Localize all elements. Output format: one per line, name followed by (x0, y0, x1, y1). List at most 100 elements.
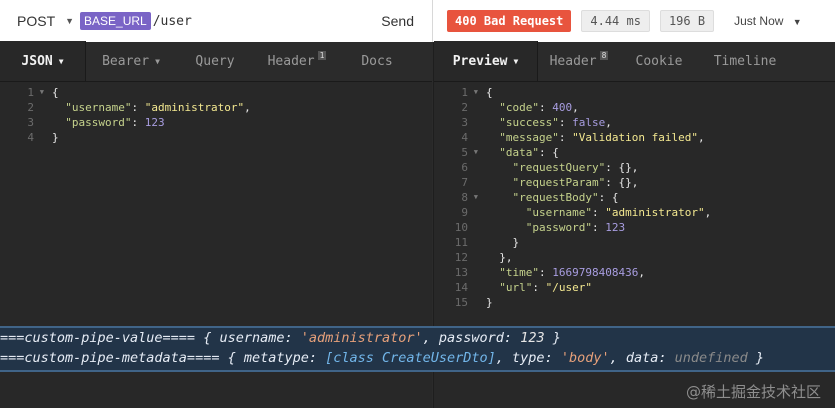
url-path-input[interactable]: /user (153, 14, 192, 29)
fold-icon[interactable]: ▼ (40, 85, 44, 100)
json-string: "administrator" (605, 206, 705, 219)
tab-label: Query (195, 53, 235, 69)
tab-response-header[interactable]: Header 8 (538, 41, 620, 81)
tab-label: Cookie (635, 53, 683, 69)
line-number: 7 (461, 176, 468, 189)
line-number: 3 (27, 116, 34, 129)
response-status-bar: 400 Bad Request 4.44 ms 196 B Just Now ▼ (433, 0, 835, 42)
tab-cookie[interactable]: Cookie (620, 41, 698, 81)
json-number: 400 (552, 101, 573, 114)
line-number: 5 ▼ (461, 146, 478, 159)
json-key: "success" (499, 116, 559, 129)
line-number: 1 ▼ (461, 86, 478, 99)
line-number: 13 (454, 266, 468, 279)
response-history-dropdown[interactable]: Just Now ▼ (734, 14, 802, 28)
json-key: "requestQuery" (512, 161, 606, 174)
code-line: 9 "username": "administrator", (434, 205, 835, 220)
timestamp-label: Just Now (734, 14, 784, 28)
line-number: 14 (454, 281, 468, 294)
code-line: 2 "code": 400, (434, 100, 835, 115)
code-line: 1 ▼ { (434, 85, 835, 100)
code-line: 13 "time": 1669798408436, (434, 265, 835, 280)
json-key: "requestBody" (512, 191, 599, 204)
chevron-down-icon: ▼ (513, 56, 519, 66)
line-number: 4 (27, 131, 34, 144)
line-number: 11 (454, 236, 468, 249)
code-line: 2 "username": "administrator", (0, 100, 432, 115)
line-number: 9 (461, 206, 468, 219)
tab-label: Timeline (713, 53, 777, 69)
line-number: 2 (461, 101, 468, 114)
code-line: 5 ▼ "data": { (434, 145, 835, 160)
line-number: 1 ▼ (27, 86, 44, 99)
url-bar: POST ▼ BASE_URL /user Send (0, 0, 433, 42)
tab-label: Header (267, 53, 315, 69)
chevron-down-icon: ▼ (58, 56, 64, 66)
tab-query[interactable]: Query (176, 41, 254, 81)
terminal-output: ===custom-pipe-value==== { username: 'ad… (0, 326, 835, 372)
json-number: 123 (605, 221, 626, 234)
send-button[interactable]: Send (381, 13, 414, 29)
tab-label: JSON (21, 53, 53, 69)
line-number: 12 (454, 251, 468, 264)
fold-icon[interactable]: ▼ (474, 190, 478, 205)
chevron-down-icon: ▼ (65, 16, 75, 26)
env-variable-tag[interactable]: BASE_URL (80, 12, 151, 30)
request-tabs: JSON ▼ Bearer ▼ Query Header 1 Docs (0, 41, 432, 82)
tab-timeline[interactable]: Timeline (698, 41, 792, 81)
json-key: "password" (525, 221, 592, 234)
tab-preview[interactable]: Preview ▼ (434, 41, 538, 81)
tab-bearer[interactable]: Bearer ▼ (86, 41, 176, 81)
code-line: 8 ▼ "requestBody": { (434, 190, 835, 205)
json-string: "administrator" (144, 101, 245, 114)
json-key: "time" (499, 266, 539, 279)
json-key: "code" (499, 101, 539, 114)
tab-json[interactable]: JSON ▼ (0, 41, 86, 81)
json-number: 123 (144, 116, 165, 129)
line-number: 15 (454, 296, 468, 309)
chevron-down-icon: ▼ (792, 17, 802, 27)
line-number: 8 ▼ (461, 191, 478, 204)
watermark: @稀土掘金技术社区 (685, 383, 821, 401)
json-key: "username" (65, 101, 132, 114)
tab-docs[interactable]: Docs (340, 41, 414, 81)
json-boolean: false (572, 116, 606, 129)
code-line: 14 "url": "/user" (434, 280, 835, 295)
tab-header[interactable]: Header 1 (254, 41, 340, 81)
json-key: "requestParam" (512, 176, 606, 189)
code-line: 4 } (0, 130, 432, 145)
tab-label: Bearer (102, 53, 150, 69)
fold-icon[interactable]: ▼ (474, 85, 478, 100)
json-key: "url" (499, 281, 533, 294)
json-key: "data" (499, 146, 539, 159)
code-line: 10 "password": 123 (434, 220, 835, 235)
tab-label: Docs (361, 53, 393, 69)
code-line: 12 }, (434, 250, 835, 265)
json-key: "password" (65, 116, 132, 129)
chevron-down-icon: ▼ (155, 56, 160, 66)
code-line: 7 "requestParam": {}, (434, 175, 835, 190)
json-key: "username" (525, 206, 592, 219)
header-count-badge: 8 (599, 50, 609, 60)
terminal-line: ===custom-pipe-value==== { username: 'ad… (0, 330, 561, 346)
code-line: 1 ▼ { (0, 85, 432, 100)
tab-label: Preview (452, 53, 508, 69)
line-number: 3 (461, 116, 468, 129)
terminal-line: ===custom-pipe-metadata==== { metatype: … (0, 350, 765, 366)
json-key: "message" (499, 131, 559, 144)
top-bar: POST ▼ BASE_URL /user Send 400 Bad Reque… (0, 0, 835, 42)
line-number: 6 (461, 161, 468, 174)
status-badge: 400 Bad Request (447, 10, 572, 32)
method-selector[interactable]: POST ▼ (0, 13, 80, 29)
code-line: 6 "requestQuery": {}, (434, 160, 835, 175)
response-time-badge: 4.44 ms (581, 10, 650, 32)
code-line: 4 "message": "Validation failed", (434, 130, 835, 145)
code-line: 3 "password": 123 (0, 115, 432, 130)
json-string: "Validation failed" (572, 131, 698, 144)
response-body-viewer[interactable]: 1 ▼ { 2 "code": 400, 3 "success": false, … (434, 82, 835, 310)
response-size-badge: 196 B (659, 10, 715, 32)
fold-icon[interactable]: ▼ (474, 145, 478, 160)
method-label: POST (17, 13, 56, 29)
request-body-editor[interactable]: 1 ▼ { 2 "username": "administrator", 3 "p… (0, 82, 432, 145)
json-number: 1669798408436 (552, 266, 639, 279)
